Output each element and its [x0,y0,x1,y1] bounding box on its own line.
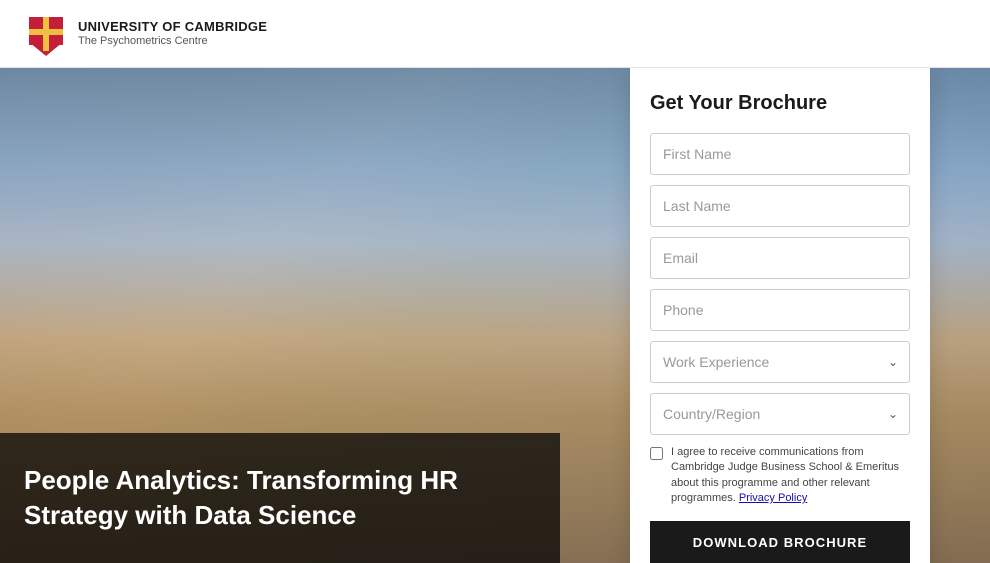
first-name-input[interactable] [650,133,910,175]
header: UNIVERSITY OF CAMBRIDGE The Psychometric… [0,0,990,68]
hero-text-overlay: People Analytics: Transforming HR Strate… [0,433,560,563]
consent-label[interactable]: I agree to receive communications from C… [671,445,910,507]
country-region-wrapper: Country/Region United Kingdom United Sta… [650,393,910,435]
download-brochure-button[interactable]: DOWNLOAD BROCHURE [650,521,910,563]
country-region-select[interactable]: Country/Region United Kingdom United Sta… [650,393,910,435]
work-experience-select[interactable]: Work Experience 0-2 years 3-5 years 6-10… [650,341,910,383]
email-input[interactable] [650,237,910,279]
consent-checkbox[interactable] [650,447,663,460]
consent-checkbox-row: I agree to receive communications from C… [650,445,910,507]
university-subtitle: The Psychometrics Centre [78,35,267,48]
phone-input[interactable] [650,289,910,331]
cambridge-shield-icon [24,12,68,56]
work-experience-wrapper: Work Experience 0-2 years 3-5 years 6-10… [650,341,910,383]
form-title: Get Your Brochure [650,92,910,115]
logo-text-block: UNIVERSITY OF CAMBRIDGE The Psychometric… [78,19,267,48]
hero-section: People Analytics: Transforming HR Strate… [0,68,990,563]
privacy-policy-link[interactable]: Privacy Policy [739,492,807,504]
hero-title: People Analytics: Transforming HR Strate… [24,463,536,533]
university-name: UNIVERSITY OF CAMBRIDGE [78,19,267,35]
logo-area: UNIVERSITY OF CAMBRIDGE The Psychometric… [24,12,267,56]
last-name-input[interactable] [650,185,910,227]
brochure-form-panel: Get Your Brochure Work Experience 0-2 ye… [630,68,930,563]
